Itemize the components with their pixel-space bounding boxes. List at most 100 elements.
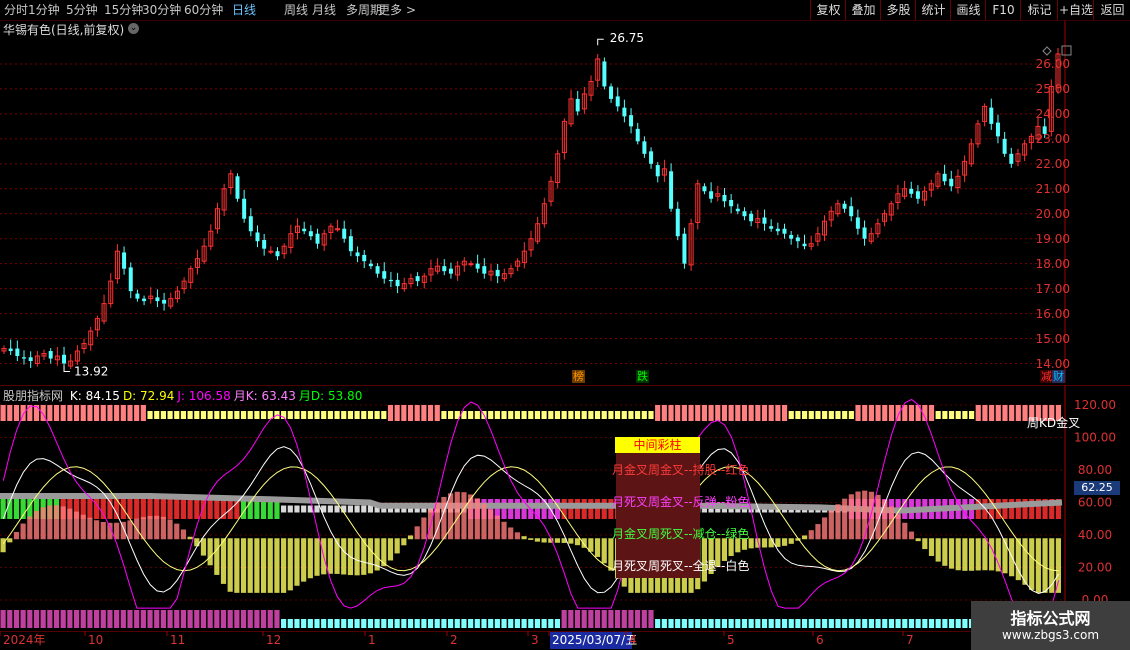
candle-down [22,357,27,359]
candle-down [915,191,920,199]
period-tab-2[interactable]: 5分钟 [66,2,98,18]
histogram-bar [574,538,581,546]
bottom-strip-bar [401,619,407,628]
top-strip-bar [975,405,981,421]
histogram-bar [67,508,73,540]
top-strip-bar [120,405,126,421]
more-chevron-icon[interactable]: > [406,2,416,18]
toolbar-button-4[interactable]: 画线 [950,0,986,20]
window-icon[interactable] [1061,45,1072,56]
histogram-bar [828,510,834,540]
middle-color-bar [594,499,601,519]
bottom-strip-bar [80,610,86,628]
top-strip-bar [367,411,374,419]
bottom-strip-bar [581,610,587,628]
bottom-strip-bar [167,610,173,628]
top-strip-bar [234,411,240,419]
bottom-strip-bar [427,619,434,628]
bottom-strip-bar [40,610,46,628]
period-tab-4[interactable]: 30分钟 [142,2,181,18]
top-strip-bar [888,405,895,421]
middle-color-bar [140,499,146,519]
toolbar-button-0[interactable]: 复权 [810,0,846,20]
candle-down [162,299,167,304]
bottom-strip-bar [421,619,427,628]
period-tab-9[interactable]: 多周期 [346,2,382,18]
middle-color-bar [100,499,106,519]
price-chart[interactable]: 26.75 13.92 [0,21,1130,383]
top-strip-bar [948,411,955,419]
signal-badge-1[interactable]: 跌 [636,370,649,383]
top-strip-bar [1002,405,1008,421]
period-tab-7[interactable]: 周线 [284,2,308,18]
bottom-strip-bar [761,619,768,628]
bottom-strip-bar [768,619,774,628]
middle-color-bar [508,499,514,519]
top-strip-bar [728,405,734,421]
histogram-bar [461,492,467,540]
bottom-strip-bar [73,610,80,628]
top-strip-bar [875,405,881,421]
candle-down [155,297,160,302]
top-strip-bar [347,411,353,419]
period-tab-8[interactable]: 月线 [312,2,336,18]
period-tab-5[interactable]: 60分钟 [184,2,223,18]
bottom-strip-bar [314,619,320,628]
toolbar-button-2[interactable]: 多股 [880,0,916,20]
bottom-strip-bar [107,610,113,628]
period-tab-10[interactable]: 更多 [378,2,402,18]
candle-down [275,251,280,257]
histogram-bar [40,507,46,540]
toolbar-button-3[interactable]: 统计 [915,0,951,20]
bottom-strip-bar [948,619,955,628]
top-strip-bar [167,411,173,419]
middle-color-bar [187,499,193,519]
histogram-bar [975,538,981,571]
signal-badge-0[interactable]: 榜 [572,370,585,383]
legend-line-2: 月金叉周死叉--减仓--绿色 [612,527,750,541]
bottom-strip-bar [347,619,353,628]
period-tab-3[interactable]: 15分钟 [104,2,143,18]
top-strip-bar [33,405,40,421]
candle-down [255,232,260,242]
top-strip-bar [721,405,728,421]
candle-down [615,96,620,107]
histogram-bar [281,538,287,593]
top-strip-bar [134,405,140,421]
diamond-icon[interactable] [1042,46,1052,56]
histogram-bar [394,538,400,554]
toolbar-button-6[interactable]: 标记 [1020,0,1058,20]
top-strip-bar [214,411,220,419]
histogram-bar [788,538,794,544]
date-axis: 2024年 10 11 12 1 2 3 2025/03/07/五4 5 6 7 [0,631,1130,649]
candle-down [388,279,393,282]
toolbar-button-5[interactable]: F10 [985,0,1021,20]
top-strip-bar [761,405,768,421]
top-strip-bar [902,405,908,421]
bottom-strip-bar [301,619,307,628]
period-tab-6[interactable]: 日线 [232,2,256,18]
toolbar-button-8[interactable]: 返回 [1093,0,1130,20]
top-strip-bar [494,411,500,419]
histogram-bar [842,498,848,540]
period-tab-0[interactable]: 分时 [4,2,28,18]
bottom-strip-bar [735,619,741,628]
histogram-bar [214,538,220,575]
top-strip-bar [735,405,741,421]
high-marker [597,38,604,46]
bottom-strip-bar [875,619,881,628]
histogram-bar [494,515,500,540]
indicator-chart[interactable]: 120.00100.0080.0060.0040.0020.000.00 [0,385,1130,630]
candle-down [989,107,994,124]
candle-down [862,227,867,239]
candle-down [635,128,640,142]
top-strip-bar [301,411,307,419]
histogram-bar [541,538,547,543]
period-tab-1[interactable]: 1分钟 [28,2,60,18]
signal-badge-3[interactable]: 财 [1052,370,1065,383]
top-strip-bar [508,411,514,419]
bottom-strip-bar [387,619,394,628]
toolbar-button-7[interactable]: +自选 [1057,0,1094,20]
toolbar-button-1[interactable]: 叠加 [845,0,881,20]
date-label: 6 [816,633,824,647]
